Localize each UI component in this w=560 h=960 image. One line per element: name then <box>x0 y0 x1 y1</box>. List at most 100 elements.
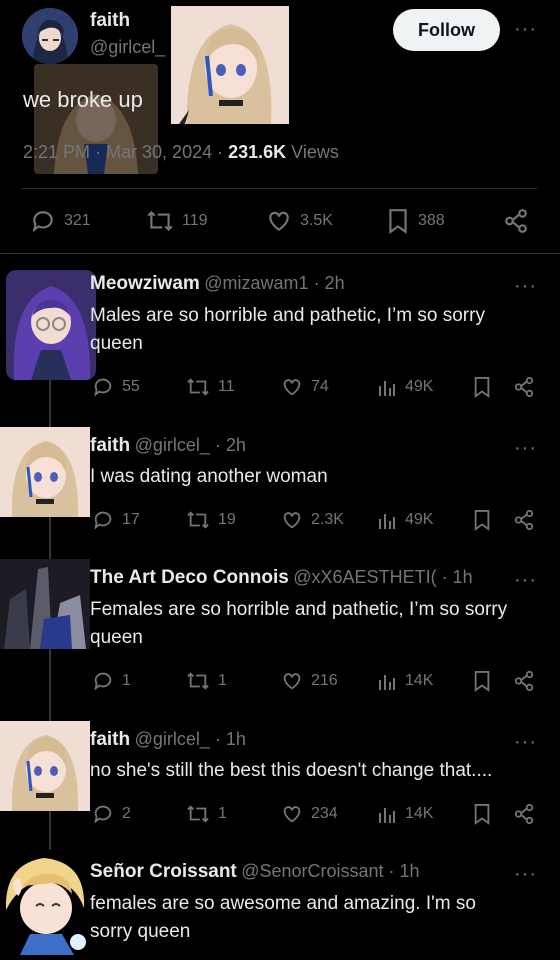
analytics-icon <box>379 675 395 690</box>
retweet-count: 11 <box>218 378 235 395</box>
retweet-action[interactable]: 11 <box>186 376 235 398</box>
reply-text: Females are so horrible and pathetic, I’… <box>90 599 508 648</box>
thread-line <box>49 380 51 430</box>
like-count: 3.5K <box>300 212 333 229</box>
author-display-name[interactable]: faith <box>90 10 130 32</box>
reply-avatar[interactable] <box>0 850 92 955</box>
more-options-icon[interactable]: ··· <box>514 731 537 754</box>
reply-author-handle[interactable]: @SenorCroissant · 1h <box>241 861 419 881</box>
retweet-action[interactable]: 1 <box>186 803 227 825</box>
views-action[interactable]: 49K <box>377 509 433 531</box>
like-action[interactable]: 234 <box>281 803 338 825</box>
like-action[interactable]: 3.5K <box>266 208 333 234</box>
more-options-icon[interactable]: ··· <box>514 275 537 298</box>
retweet-icon <box>147 210 173 232</box>
bookmark-icon <box>474 671 490 692</box>
like-count: 74 <box>311 378 329 395</box>
reply-count: 1 <box>122 672 131 689</box>
follow-button[interactable]: Follow <box>393 9 500 51</box>
share-icon <box>514 509 534 531</box>
views-count: 231.6K <box>228 142 287 162</box>
reply-avatar[interactable] <box>0 427 90 517</box>
share-icon <box>514 376 534 398</box>
heart-icon <box>283 379 301 396</box>
reply-action[interactable]: 2 <box>92 803 131 825</box>
reply-author-handle[interactable]: @xX6AESTHETI( · 1h <box>293 567 472 587</box>
reply-author-handle[interactable]: @girlcel_ · 1h <box>135 729 246 749</box>
views-action[interactable]: 49K <box>377 376 433 398</box>
views-count: 14K <box>405 805 434 822</box>
reply-text: Males are so horrible and pathetic, I’m … <box>90 305 485 354</box>
reply-avatar[interactable] <box>6 270 96 380</box>
share-action[interactable] <box>513 670 535 692</box>
reply-icon <box>94 511 112 530</box>
thread-line <box>49 648 51 723</box>
bookmark-icon <box>474 804 490 825</box>
reply-author-name[interactable]: Señor Croissant <box>90 861 237 882</box>
analytics-icon <box>379 808 395 823</box>
reply-author-handle[interactable]: @mizawam1 · 2h <box>204 273 344 293</box>
retweet-action[interactable]: 119 <box>146 208 208 234</box>
reply-header: Señor Croissant @SenorCroissant · 1h <box>90 861 420 883</box>
reply-avatar[interactable] <box>0 559 90 649</box>
reply-header: faith @girlcel_ · 1h <box>90 729 246 751</box>
bookmark-icon <box>389 209 407 234</box>
reply-count: 17 <box>122 511 140 528</box>
reply-author-name[interactable]: faith <box>90 435 130 456</box>
reply-text: no she's still the best this doesn't cha… <box>90 760 493 781</box>
share-action[interactable] <box>503 208 529 234</box>
retweet-count: 1 <box>218 805 227 822</box>
reply-text: females are so awesome and amazing. I'm … <box>90 893 476 942</box>
bookmark-action[interactable] <box>472 803 492 825</box>
more-options-icon[interactable]: ··· <box>514 18 537 41</box>
reply-avatar[interactable] <box>0 721 90 811</box>
more-options-icon[interactable]: ··· <box>514 863 537 886</box>
bookmark-action[interactable] <box>472 509 492 531</box>
reply-icon <box>94 805 112 824</box>
reply-header: faith @girlcel_ · 2h <box>90 435 246 457</box>
views-action[interactable]: 14K <box>377 803 433 825</box>
heart-icon <box>269 211 289 231</box>
reply-author-handle[interactable]: @girlcel_ · 2h <box>135 435 246 455</box>
retweet-icon <box>187 805 209 823</box>
like-action[interactable]: 74 <box>281 376 329 398</box>
bookmark-action[interactable]: 388 <box>386 208 445 234</box>
share-action[interactable] <box>513 376 535 398</box>
reply-action[interactable]: 321 <box>30 208 91 234</box>
retweet-count: 1 <box>218 672 227 689</box>
views-label: Views <box>291 142 339 162</box>
reply-icon <box>32 211 53 233</box>
like-count: 2.3K <box>311 511 344 528</box>
share-icon <box>505 209 527 233</box>
more-options-icon[interactable]: ··· <box>514 569 537 592</box>
tweet-timestamp[interactable]: 2:21 PM · Mar 30, 2024 · <box>23 142 223 162</box>
reply-count: 321 <box>64 212 91 229</box>
bookmark-icon <box>474 510 490 531</box>
reply-action[interactable]: 17 <box>92 509 140 531</box>
retweet-action[interactable]: 19 <box>186 509 236 531</box>
share-action[interactable] <box>513 509 535 531</box>
like-action[interactable]: 216 <box>281 670 338 692</box>
reply-text: I was dating another woman <box>90 466 328 487</box>
bookmark-action[interactable] <box>472 376 492 398</box>
reply-icon <box>94 378 112 397</box>
views-action[interactable]: 14K <box>377 670 433 692</box>
reply-count: 2 <box>122 805 131 822</box>
views-count: 14K <box>405 672 434 689</box>
like-count: 216 <box>311 672 338 689</box>
bookmark-action[interactable] <box>472 670 492 692</box>
more-options-icon[interactable]: ··· <box>514 437 537 460</box>
author-handle[interactable]: @girlcel_ <box>90 37 165 58</box>
reply-author-name[interactable]: Meowziwam <box>90 273 200 294</box>
reply-icon <box>94 672 112 691</box>
reply-action[interactable]: 1 <box>92 670 131 692</box>
divider <box>0 253 560 254</box>
retweet-action[interactable]: 1 <box>186 670 227 692</box>
reply-author-name[interactable]: faith <box>90 729 130 750</box>
share-action[interactable] <box>513 803 535 825</box>
reply-action[interactable]: 55 <box>92 376 140 398</box>
heart-icon <box>283 806 301 823</box>
like-action[interactable]: 2.3K <box>281 509 344 531</box>
reply-author-name[interactable]: The Art Deco Connois <box>90 567 289 588</box>
author-avatar[interactable] <box>22 8 78 64</box>
